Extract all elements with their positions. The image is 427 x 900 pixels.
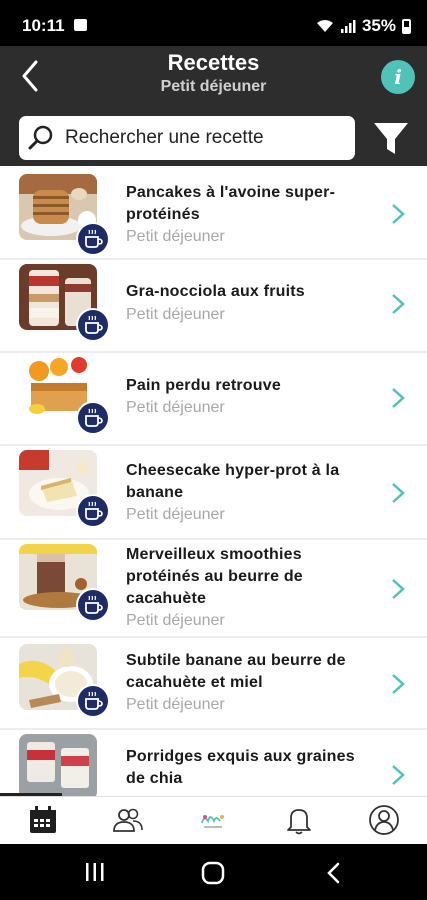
recipe-row[interactable]: Subtile banane au beurre de cacahuète et… (0, 638, 427, 730)
app-logo-icon[interactable] (196, 803, 230, 837)
status-indicators: 35% (316, 16, 411, 36)
recipe-title: Pancakes à l'avoine super-protéinés (126, 184, 336, 223)
filter-icon[interactable] (371, 118, 411, 158)
recipe-category: Petit déjeuner (126, 612, 225, 629)
app-header: Recettes Petit déjeuner i (0, 46, 427, 166)
recipe-title: Gra-nocciola aux fruits (126, 283, 305, 300)
chevron-right-icon (392, 674, 405, 694)
chevron-right-icon (392, 204, 405, 224)
recipe-list: Pancakes à l'avoine super-protéinés Peti… (0, 166, 427, 796)
status-bar: 10:11 35% (0, 0, 427, 46)
page-title: Recettes (167, 50, 260, 75)
chevron-right-icon (392, 294, 405, 314)
community-icon[interactable] (111, 803, 145, 837)
battery-percent: 35% (361, 16, 396, 35)
recipe-title: Porridges exquis aux graines de chia (126, 748, 355, 787)
bell-icon[interactable] (282, 803, 316, 837)
recipe-category: Petit déjeuner (126, 228, 225, 245)
status-time: 10:11 (22, 16, 65, 35)
chevron-right-icon (392, 388, 405, 408)
system-navigation-bar (0, 844, 427, 900)
recipe-title: Cheesecake hyper-prot à la banane (126, 462, 340, 501)
recent-apps-icon[interactable] (84, 862, 106, 882)
recipe-category: Petit déjeuner (126, 306, 225, 323)
recipe-title: Pain perdu retrouve (126, 377, 281, 394)
search-input[interactable] (65, 116, 345, 160)
bottom-navigation (0, 793, 427, 844)
recipe-thumbnail (19, 734, 97, 796)
chevron-right-icon (392, 483, 405, 503)
recipe-category: Petit déjeuner (126, 506, 225, 523)
breakfast-badge-icon (76, 401, 110, 435)
breakfast-badge-icon (76, 308, 110, 342)
search-icon (28, 125, 53, 150)
search-box[interactable] (19, 116, 355, 160)
wifi-icon (316, 20, 333, 32)
breakfast-badge-icon (76, 684, 110, 718)
recipe-row[interactable]: Pancakes à l'avoine super-protéinés Peti… (0, 166, 427, 260)
calendar-notification-icon (74, 19, 87, 31)
recipe-category: Petit déjeuner (126, 696, 225, 713)
breakfast-badge-icon (76, 494, 110, 528)
info-icon[interactable]: i (381, 60, 415, 94)
battery-icon (402, 18, 411, 34)
recipe-row[interactable]: Cheesecake hyper-prot à la banane Petit … (0, 446, 427, 540)
recipe-category: Petit déjeuner (126, 399, 225, 416)
home-icon[interactable] (201, 861, 225, 885)
recipe-row[interactable]: Pain perdu retrouve Petit déjeuner (0, 353, 427, 446)
calendar-icon[interactable] (26, 803, 60, 837)
recipe-row[interactable]: Porridges exquis aux graines de chia (0, 730, 427, 796)
recipe-title: Subtile banane au beurre de cacahuète et… (126, 652, 346, 691)
recipe-row[interactable]: Merveilleux smoothies protéinés au beurr… (0, 540, 427, 638)
recipe-row[interactable]: Gra-nocciola aux fruits Petit déjeuner (0, 260, 427, 353)
page-subtitle: Petit déjeuner (160, 78, 267, 95)
back-icon[interactable] (324, 861, 344, 885)
chevron-right-icon (392, 579, 405, 599)
profile-icon[interactable] (367, 803, 401, 837)
chevron-right-icon (392, 765, 405, 785)
breakfast-badge-icon (76, 222, 110, 256)
breakfast-badge-icon (76, 588, 110, 622)
signal-icon (340, 20, 356, 33)
recipe-title: Merveilleux smoothies protéinés au beurr… (126, 546, 303, 607)
active-tab-indicator (0, 793, 62, 796)
